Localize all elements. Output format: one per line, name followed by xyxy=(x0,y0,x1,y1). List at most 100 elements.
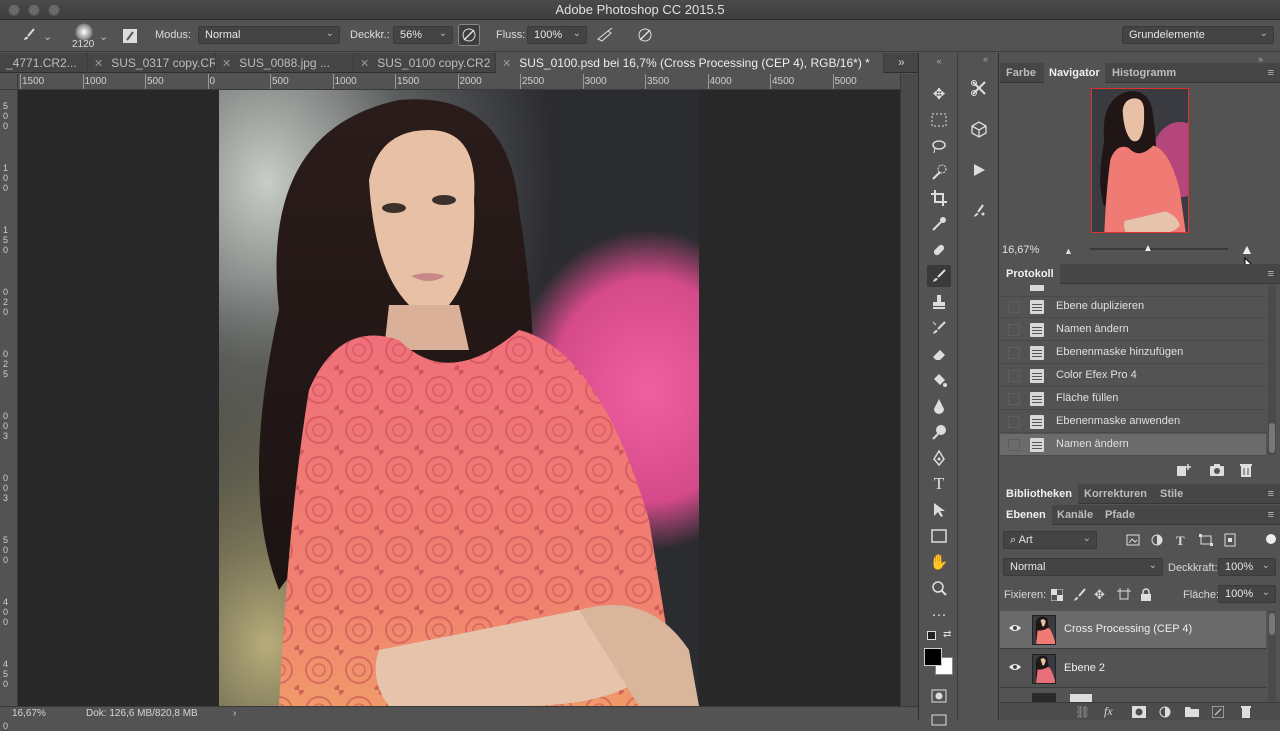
screen-mode-icon[interactable] xyxy=(927,709,951,731)
layer-row-active[interactable]: Cross Processing (CEP 4) xyxy=(1000,611,1266,649)
brush-panel-toggle-icon[interactable] xyxy=(119,25,141,47)
lock-all-icon[interactable] xyxy=(1140,588,1152,605)
collapse-tools-icon[interactable]: « xyxy=(927,56,951,66)
horizontal-ruler[interactable]: 1500 1000 500 0 500 1000 1500 2000 2500 3000 3500 4… xyxy=(18,74,900,90)
brush-picker-dropdown-icon[interactable]: ⌄ xyxy=(99,30,108,43)
tab-channels[interactable]: Kanäle xyxy=(1057,509,1093,521)
vertical-ruler[interactable]: 5001001500200250030035004004500 xyxy=(0,90,18,731)
tab-doc-1[interactable]: _4771.CR2... xyxy=(0,53,88,73)
history-source-checkbox[interactable] xyxy=(1008,324,1020,336)
airbrush-toggle-icon[interactable] xyxy=(594,24,616,46)
history-source-checkbox[interactable] xyxy=(1008,370,1020,382)
layers-scroll-thumb[interactable] xyxy=(1269,613,1275,635)
move-tool-icon[interactable]: ✥ xyxy=(927,83,951,105)
foreground-color-swatch[interactable] xyxy=(924,648,942,666)
layer-opacity-field[interactable]: 100% ⌄ xyxy=(1218,558,1276,576)
history-brush-tool-icon[interactable] xyxy=(927,317,951,339)
history-scrollbar[interactable] xyxy=(1268,285,1276,455)
close-tab-icon[interactable]: ✕ xyxy=(222,58,231,70)
layers-scrollbar[interactable] xyxy=(1268,611,1276,701)
layer-name[interactable]: Ebene 2 xyxy=(1064,662,1105,674)
history-scroll-thumb[interactable] xyxy=(1269,423,1275,453)
quick-selection-tool-icon[interactable] xyxy=(927,161,951,183)
panel-menu-icon[interactable]: ≡ xyxy=(1268,268,1274,280)
pressure-opacity-toggle-icon[interactable] xyxy=(458,24,480,46)
layer-filter-kind-select[interactable]: ⌕ Art ⌄ xyxy=(1003,531,1097,549)
close-tab-icon[interactable]: ✕ xyxy=(502,58,511,70)
layer-fill-field[interactable]: 100% ⌄ xyxy=(1218,585,1276,603)
clone-stamp-tool-icon[interactable] xyxy=(927,291,951,313)
hand-tool-icon[interactable]: ✋ xyxy=(927,551,951,573)
document-image[interactable] xyxy=(219,90,699,706)
eraser-tool-icon[interactable] xyxy=(927,343,951,365)
more-tabs-icon[interactable]: » xyxy=(898,55,905,69)
filter-smart-objects-icon[interactable] xyxy=(1224,533,1236,550)
type-tool-icon[interactable]: T xyxy=(927,473,951,495)
workspace-select[interactable]: Grundelemente ⌄ xyxy=(1122,26,1274,44)
lock-image-pixels-brush-icon[interactable] xyxy=(1073,588,1087,605)
history-source-checkbox[interactable] xyxy=(1008,393,1020,405)
lock-artboard-icon[interactable] xyxy=(1117,588,1131,605)
filter-toggle-icon[interactable] xyxy=(1266,534,1276,544)
close-tab-icon[interactable]: ✕ xyxy=(360,58,369,70)
crop-tool-icon[interactable] xyxy=(927,187,951,209)
layer-name[interactable]: Cross Processing (CEP 4) xyxy=(1064,623,1192,635)
zoom-in-mountain-icon[interactable]: ▲ xyxy=(1240,242,1260,256)
pen-tool-icon[interactable] xyxy=(927,447,951,469)
tab-history[interactable]: Protokoll xyxy=(1000,264,1060,284)
paint-bucket-tool-icon[interactable] xyxy=(927,369,951,391)
tab-layers[interactable]: Ebenen xyxy=(1000,505,1052,525)
lock-transparent-pixels-icon[interactable] xyxy=(1050,588,1064,604)
brush-tool-icon[interactable] xyxy=(927,265,951,287)
tool-presets-icon[interactable] xyxy=(968,77,990,99)
brush-settings-icon[interactable] xyxy=(968,200,990,222)
zoom-tool-icon[interactable] xyxy=(927,577,951,599)
navigator-slider-thumb[interactable]: ▲ xyxy=(1143,244,1153,254)
filter-adjustment-layers-icon[interactable] xyxy=(1151,534,1163,549)
history-item[interactable]: Color Efex Pro 4 xyxy=(1000,365,1266,387)
status-menu-arrow-icon[interactable]: › xyxy=(233,708,236,719)
tab-navigator[interactable]: Navigator xyxy=(1044,63,1105,83)
eyedropper-tool-icon[interactable] xyxy=(927,213,951,235)
mode-select[interactable]: Normal ⌄ xyxy=(198,26,340,44)
tab-adjustments[interactable]: Korrekturen xyxy=(1084,488,1147,500)
tab-doc-2[interactable]: ✕ SUS_0317 copy.CR2 xyxy=(88,53,216,73)
new-adjustment-layer-icon[interactable] xyxy=(1159,706,1171,721)
blend-mode-select[interactable]: Normal ⌄ xyxy=(1003,558,1163,576)
canvas-vertical-scrollbar[interactable] xyxy=(900,74,918,706)
filter-type-layers-icon[interactable]: T xyxy=(1176,533,1185,549)
lock-position-icon[interactable]: ✥ xyxy=(1094,587,1105,603)
layer-style-fx-icon[interactable]: fx xyxy=(1104,704,1113,719)
path-selection-tool-icon[interactable] xyxy=(927,499,951,521)
panel-menu-icon[interactable]: ≡ xyxy=(1268,488,1274,500)
rectangle-tool-icon[interactable] xyxy=(927,525,951,547)
swap-colors-icon[interactable]: ⇄ xyxy=(943,629,951,640)
marquee-tool-icon[interactable] xyxy=(927,109,951,131)
history-item[interactable]: Namen ändern xyxy=(1000,319,1266,341)
filter-pixel-layers-icon[interactable] xyxy=(1126,534,1140,549)
tab-color[interactable]: Farbe xyxy=(1006,67,1036,79)
tab-libraries[interactable]: Bibliotheken xyxy=(1000,484,1079,504)
layer-row[interactable]: Ebene 2 xyxy=(1000,650,1266,688)
visibility-eye-icon[interactable] xyxy=(1008,623,1022,633)
history-source-checkbox[interactable] xyxy=(1008,301,1020,313)
delete-layer-trash-icon[interactable] xyxy=(1240,705,1252,721)
lasso-tool-icon[interactable] xyxy=(927,135,951,157)
new-group-folder-icon[interactable] xyxy=(1185,706,1199,720)
actions-play-icon[interactable] xyxy=(968,159,990,181)
preset-dropdown-icon[interactable]: ⌄ xyxy=(43,30,52,43)
tab-doc-active[interactable]: ✕ SUS_0100.psd bei 16,7% (Cross Processin… xyxy=(496,53,884,73)
navigator-thumbnail[interactable] xyxy=(1091,88,1189,233)
close-tab-icon[interactable]: ✕ xyxy=(94,58,103,70)
tab-paths[interactable]: Pfade xyxy=(1105,509,1135,521)
history-item[interactable]: Ebene duplizieren xyxy=(1000,296,1266,318)
link-layers-icon[interactable]: ⛓ xyxy=(1075,705,1090,719)
visibility-eye-icon[interactable] xyxy=(1008,662,1022,672)
zoom-out-mountain-icon[interactable]: ▲ xyxy=(1064,246,1073,256)
history-item-current[interactable]: Namen ändern xyxy=(1000,434,1266,456)
tab-doc-4[interactable]: ✕ SUS_0100 copy.CR2 xyxy=(354,53,496,73)
history-item[interactable]: Ebenenmaske hinzufügen xyxy=(1000,342,1266,364)
more-tools-icon[interactable]: ··· xyxy=(927,603,951,625)
history-source-checkbox[interactable] xyxy=(1008,416,1020,428)
flow-field[interactable]: 100% ⌄ xyxy=(527,26,587,44)
